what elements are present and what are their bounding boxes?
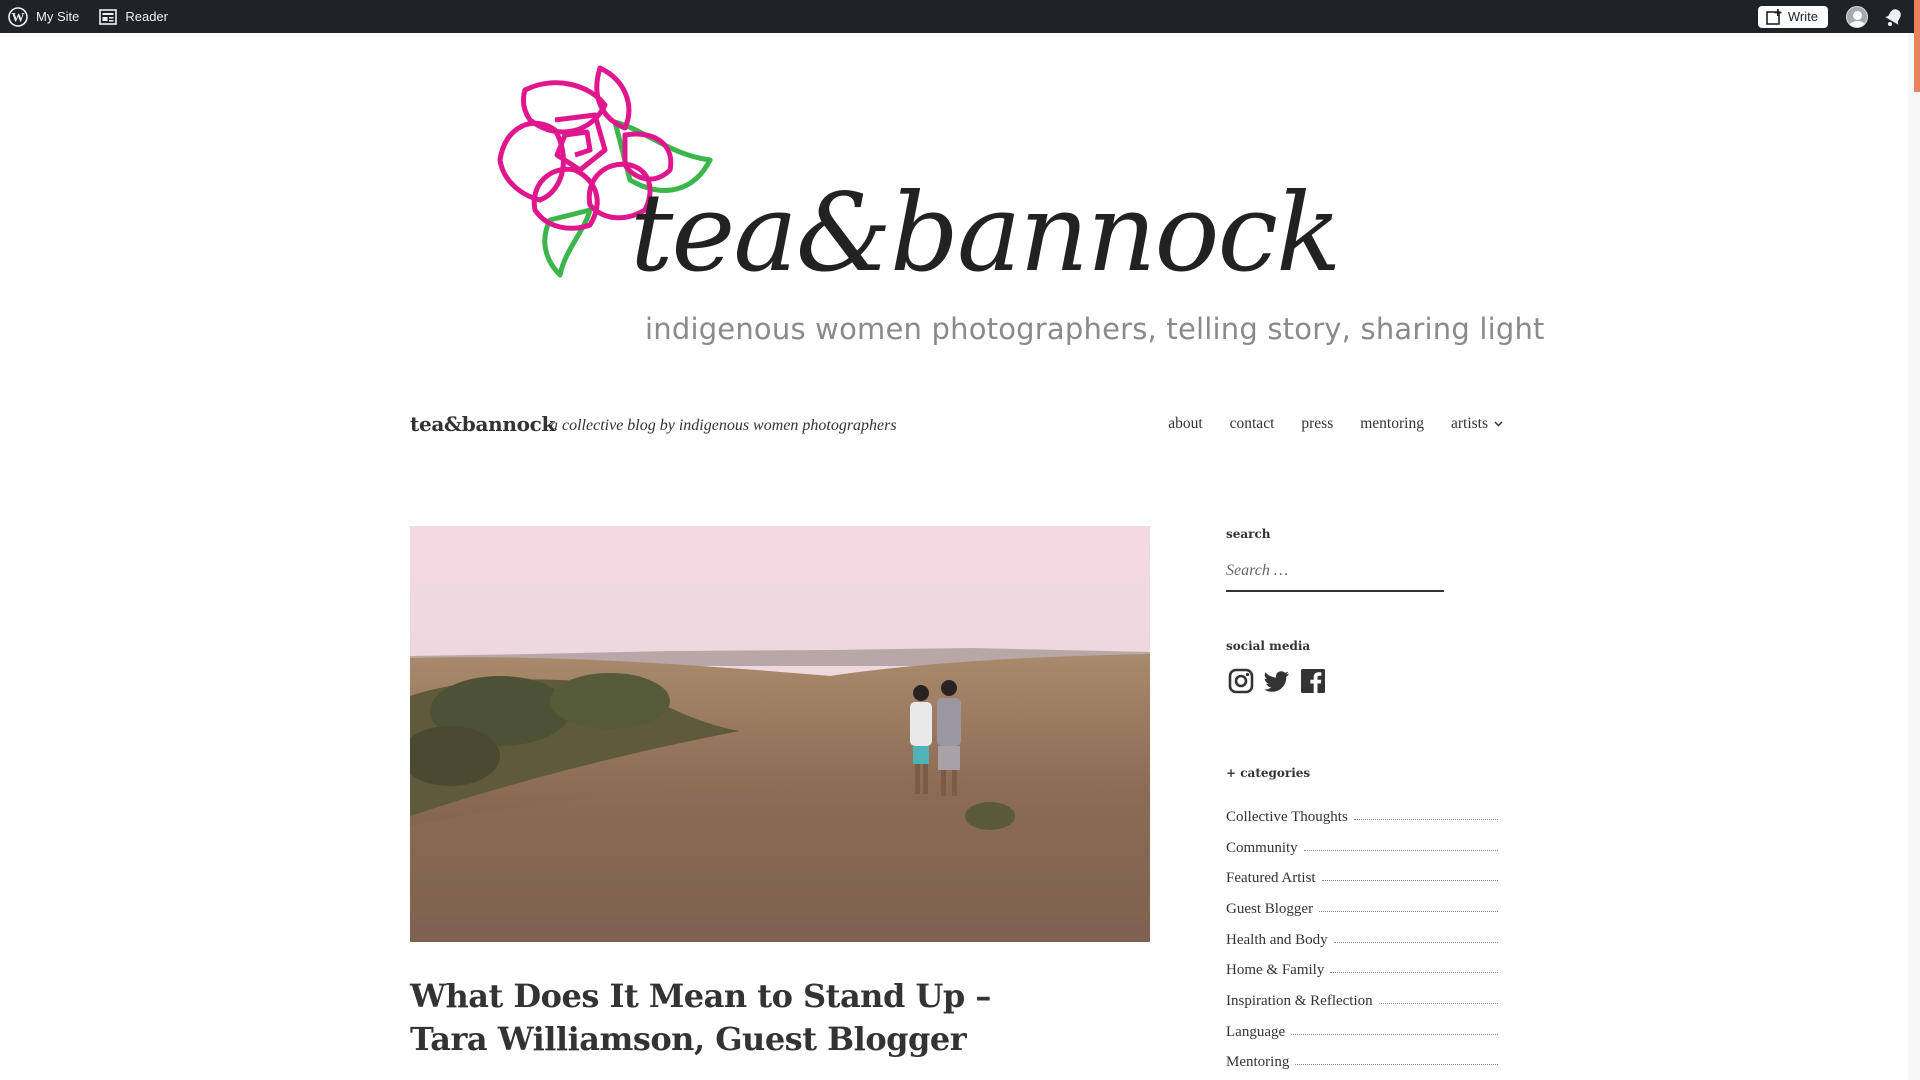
category-item[interactable]: Inspiration & Reflection [1226, 986, 1498, 1017]
nav-item-mentoring[interactable]: mentoring [1360, 415, 1424, 433]
my-site-menu[interactable]: W My Site [8, 6, 80, 27]
category-item[interactable]: Health and Body [1226, 925, 1498, 956]
my-site-label: My Site [36, 9, 80, 24]
nav-item-press[interactable]: press [1301, 415, 1333, 433]
dotted-leader [1378, 1002, 1498, 1004]
site-title[interactable]: tea&bannock [410, 412, 555, 436]
dotted-leader [1330, 972, 1498, 974]
nav-label: press [1301, 415, 1334, 432]
avatar[interactable] [1846, 5, 1868, 28]
category-item[interactable]: Featured Artist [1226, 863, 1498, 894]
categories-widget-title[interactable]: + categories [1226, 766, 1310, 780]
dotted-leader [1353, 818, 1498, 820]
category-item[interactable]: Community [1226, 833, 1498, 864]
nav-label: artists [1450, 415, 1488, 432]
logo-tagline: indigenous women photographers, telling … [645, 312, 1545, 346]
dotted-leader [1295, 1064, 1498, 1066]
category-item[interactable]: Collective Thoughts [1226, 802, 1498, 833]
facebook-icon[interactable] [1300, 668, 1326, 694]
search-input[interactable] [1226, 556, 1436, 586]
category-label: Featured Artist [1226, 870, 1316, 887]
nav-item-about[interactable]: about [1168, 415, 1202, 433]
categories-list: Collective Thoughts Community Featured A… [1226, 802, 1498, 1078]
admin-bar: W My Site Reader Write [0, 0, 1920, 33]
site-description: a collective blog by indigenous women ph… [550, 417, 897, 434]
social-links [1228, 668, 1336, 694]
dotted-leader [1319, 910, 1498, 912]
reader-icon [99, 8, 118, 25]
notifications-icon[interactable] [1884, 7, 1904, 27]
category-label: Community [1226, 839, 1298, 856]
write-button[interactable]: Write [1757, 5, 1828, 28]
dotted-leader [1333, 941, 1498, 943]
chevron-down-icon [1494, 421, 1503, 427]
nav-label: contact [1229, 415, 1275, 432]
category-label: Health and Body [1226, 931, 1328, 948]
main-navigation: about contact press mentoring artists [1141, 415, 1503, 433]
post-title[interactable]: What Does It Mean to Stand Up – Tara Wil… [410, 975, 1050, 1061]
reader-menu[interactable]: Reader [99, 8, 168, 25]
dotted-leader [1321, 880, 1498, 882]
svg-text:W: W [12, 9, 25, 24]
logo-wordmark: tea&bannock [630, 171, 1341, 296]
category-item[interactable]: Home & Family [1226, 955, 1498, 986]
dotted-leader [1291, 1033, 1498, 1035]
category-item[interactable]: Guest Blogger [1226, 894, 1498, 925]
new-post-icon [1766, 8, 1782, 25]
nav-label: mentoring [1360, 415, 1424, 432]
landscape-photo [410, 526, 1150, 942]
dotted-leader [1303, 849, 1498, 851]
featured-image[interactable] [410, 526, 1150, 942]
category-label: Guest Blogger [1226, 900, 1314, 917]
search-form [1226, 556, 1444, 592]
wordpress-icon: W [8, 6, 28, 27]
category-label: Home & Family [1226, 962, 1325, 979]
category-label: Inspiration & Reflection [1226, 992, 1373, 1009]
category-item[interactable]: Language [1226, 1017, 1498, 1048]
scrollbar-thumb[interactable] [1914, 0, 1920, 92]
social-widget-title: social media [1226, 639, 1311, 653]
nav-item-contact[interactable]: contact [1230, 415, 1275, 433]
search-widget-title: search [1226, 527, 1271, 541]
category-item[interactable]: Mentoring [1226, 1048, 1498, 1079]
scrollbar-track[interactable] [1908, 33, 1920, 1080]
category-label: Language [1226, 1023, 1286, 1040]
category-label: Collective Thoughts [1226, 808, 1348, 825]
write-label: Write [1787, 9, 1818, 24]
nav-label: about [1168, 415, 1203, 432]
nav-item-artists[interactable]: artists [1451, 415, 1503, 433]
reader-label: Reader [125, 9, 168, 24]
category-label: Mentoring [1226, 1054, 1290, 1071]
twitter-icon[interactable] [1264, 668, 1290, 694]
site-logo[interactable]: tea&bannock indigenous women photographe… [495, 60, 1544, 360]
instagram-icon[interactable] [1228, 668, 1254, 694]
